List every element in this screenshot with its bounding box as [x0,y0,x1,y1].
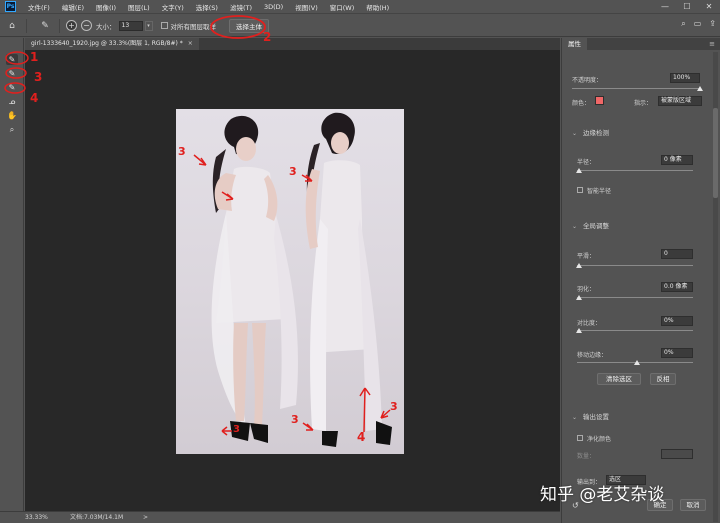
annotation-number-1: 1 [30,50,39,64]
annotation-number-4: 4 [357,430,366,444]
annotation-number-3: 3 [291,413,299,426]
annotation-number-4: 4 [30,91,39,105]
annotation-number-3: 3 [233,424,240,435]
annotation-number-3: 3 [178,145,186,158]
annotation-overlay [4,15,391,436]
watermark: 知乎 @老艾杂谈 [540,485,665,505]
annotation-number-3: 3 [289,165,297,178]
annotation-number-3: 3 [390,400,398,413]
photoshop-window: Ps 文件(F) 编辑(E) 图像(I) 图层(L) 文字(Y) 选择(S) 滤… [0,0,720,523]
annotation-number-3: 3 [34,70,43,84]
annotation-number-2: 2 [263,30,272,44]
